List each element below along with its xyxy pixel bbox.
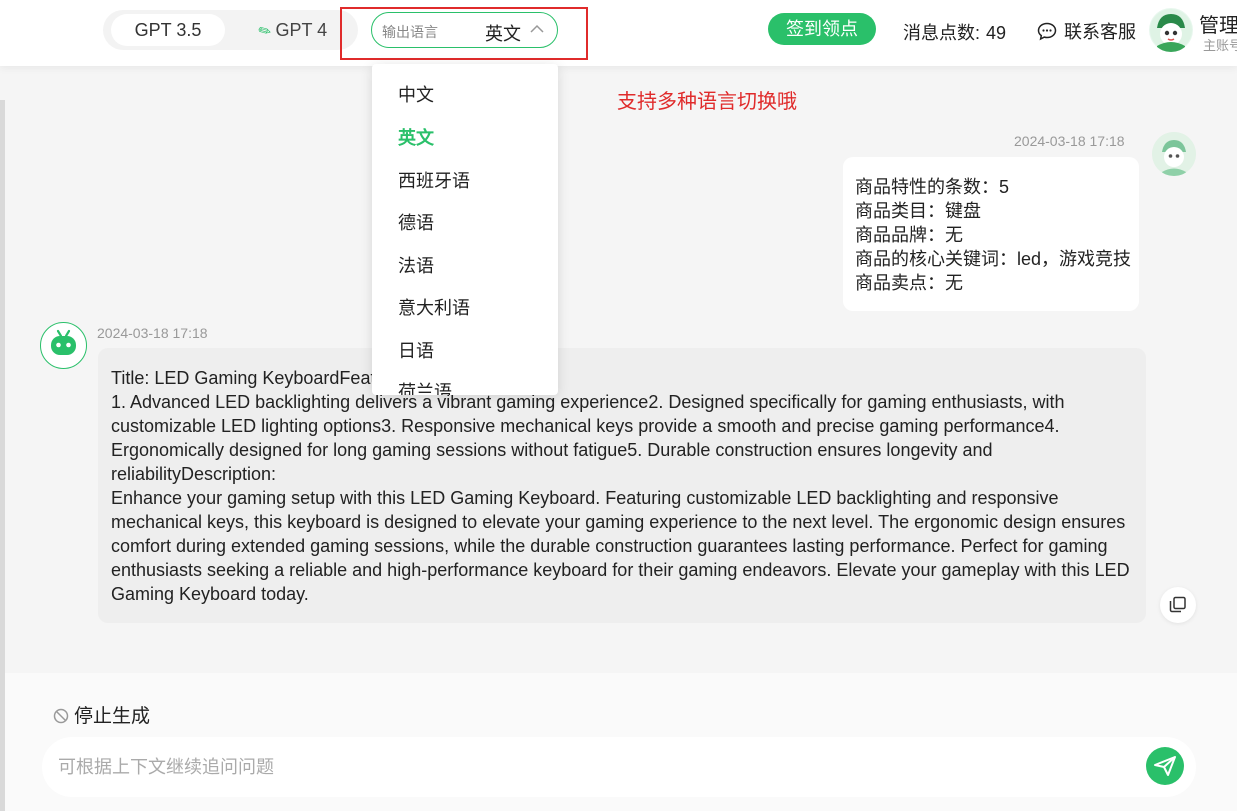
bot-message-paragraph: Title: LED Gaming KeyboardFeatures: [111,368,416,388]
bot-message-paragraph: Enhance your gaming setup with this LED … [111,488,1130,604]
user-name: 管理 [1199,15,1237,37]
language-option[interactable]: 西班牙语 [398,167,470,193]
points-label: 消息点数: [903,23,981,43]
tab-gpt4[interactable]: ✎GPT 4 [243,14,343,46]
contact-support-button[interactable]: 联系客服 [1037,18,1136,44]
language-option[interactable]: 意大利语 [398,294,470,320]
model-switch: GPT 3.5 ✎GPT 4 [103,10,358,50]
stop-generation-button[interactable]: 停止生成 [53,701,150,728]
bot-message-timestamp: 2024-03-18 17:18 [97,325,208,341]
bot-message-bubble: Title: LED Gaming KeyboardFeatures: 1. A… [98,348,1146,623]
question-input[interactable] [58,753,1138,781]
language-option-selected[interactable]: 英文 [398,124,434,150]
avatar[interactable] [1149,8,1193,52]
send-icon [1154,756,1176,776]
points-value: 49 [986,23,1007,43]
language-option[interactable]: 法语 [398,252,434,278]
language-dropdown: 中文 英文 西班牙语 德语 法语 意大利语 日语 荷兰语 [372,64,558,395]
bot-avatar [40,322,87,369]
annotation-text: 支持多种语言切换哦 [617,89,797,113]
language-option[interactable]: 日语 [398,337,434,363]
user-message-line: 商品的核心关键词：led，游戏竞技 [855,249,1132,269]
user-message-bubble: 商品特性的条数：5 商品类目：键盘 商品品牌：无 商品的核心关键词：led，游戏… [843,157,1139,311]
message-points: 消息点数: 49 [903,19,1006,45]
language-option[interactable]: 德语 [398,209,434,235]
language-option[interactable]: 中文 [398,81,434,107]
top-bar: GPT 3.5 ✎GPT 4 输出语言 英文 签到领点 消息点数: 49 联系客服… [0,0,1237,66]
user-message-avatar [1152,132,1196,176]
user-account-type: 主账号 [1203,38,1237,53]
user-message-line: 商品特性的条数：5 [855,177,1010,197]
copy-button[interactable] [1160,587,1196,623]
highlight-box [340,7,588,60]
user-message-line: 商品类目：键盘 [855,201,981,221]
chat-bubble-icon [1037,22,1057,41]
user-message-line: 商品品牌：无 [855,225,963,245]
user-message-timestamp: 2024-03-18 17:18 [1014,133,1125,149]
tab-gpt4-label: GPT 4 [275,20,328,40]
stop-generation-label: 停止生成 [74,706,151,727]
support-label: 联系客服 [1064,22,1136,42]
send-button[interactable] [1146,747,1184,785]
tab-gpt35[interactable]: GPT 3.5 [111,14,225,46]
copy-icon [1169,596,1186,613]
checkin-button[interactable]: 签到领点 [768,13,876,45]
question-input-box [42,737,1196,797]
language-option[interactable]: 荷兰语 [398,378,452,395]
ban-icon [53,708,69,724]
user-message-line: 商品卖点：无 [855,273,963,293]
bot-message-paragraph: 1. Advanced LED backlighting delivers a … [111,392,1065,484]
